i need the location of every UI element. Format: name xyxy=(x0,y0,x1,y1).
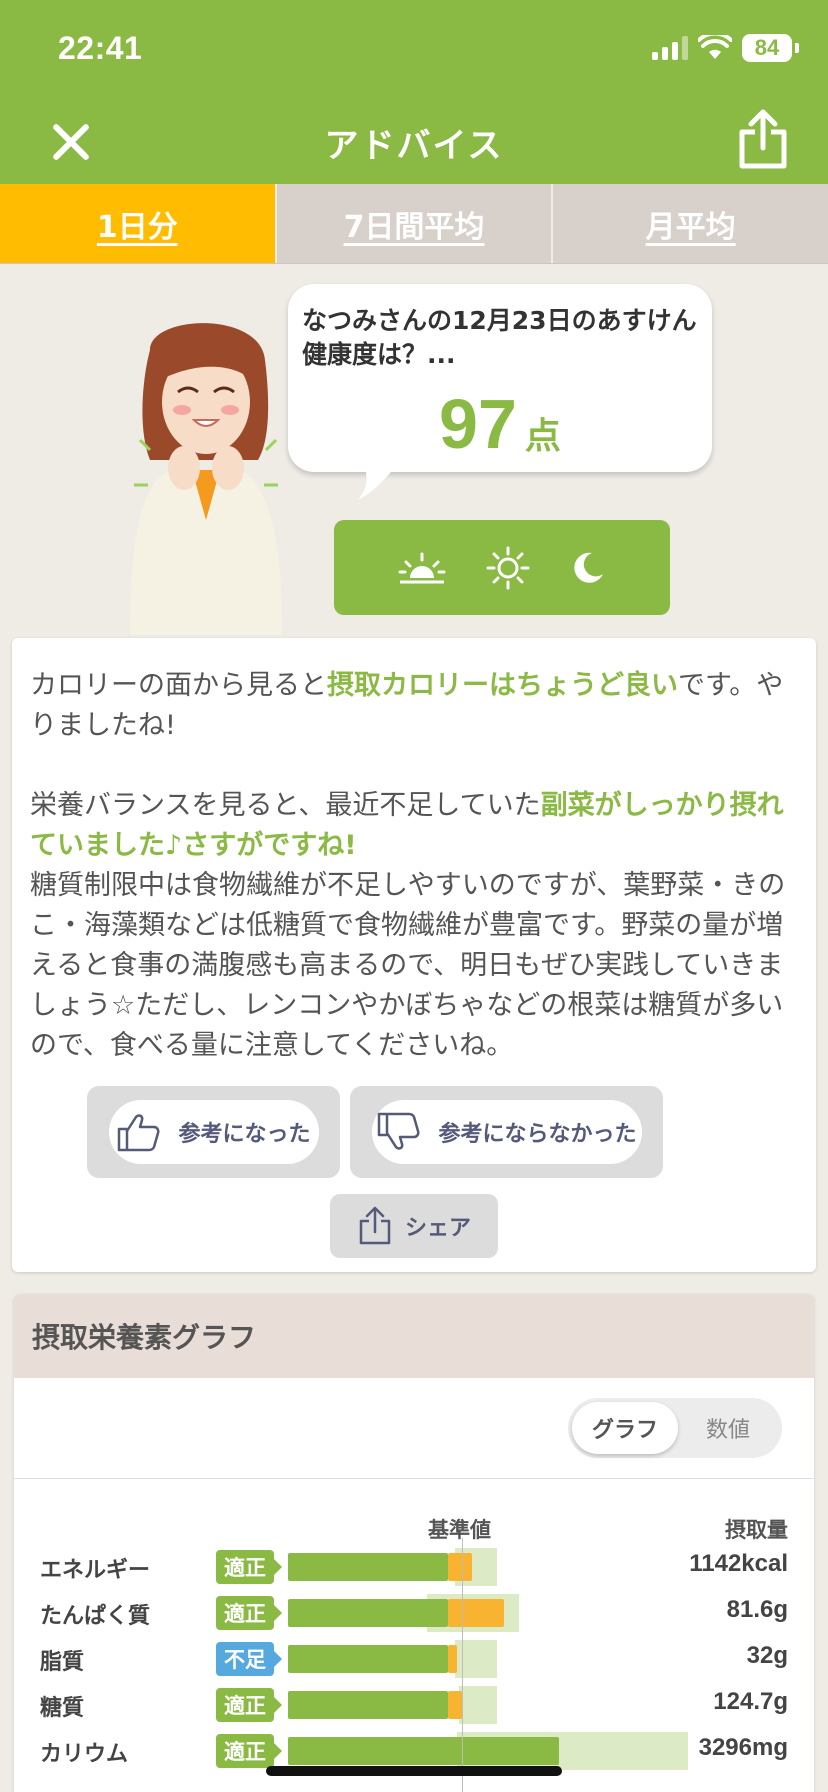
toggle-graph[interactable]: グラフ xyxy=(572,1402,678,1454)
status-time: 22:41 xyxy=(58,30,143,66)
advice-text: 栄養バランスを見ると、最近不足していた xyxy=(30,790,541,821)
helpful-button-frame: 参考になった xyxy=(87,1086,340,1178)
health-score: 97 点 xyxy=(288,384,712,464)
intake-bar xyxy=(288,1737,560,1765)
advisor-character-illustration xyxy=(130,323,282,635)
reference-range xyxy=(458,1686,497,1724)
home-indicator xyxy=(266,1766,562,1776)
tab-seven-day-average[interactable]: 7日間平均 xyxy=(274,184,552,263)
feedback-buttons: 参考になった 参考にならなかった xyxy=(87,1086,663,1178)
period-tabs: 1日分 7日間平均 月平均 xyxy=(0,184,828,264)
score-speech-bubble: なつみさんの12月23日のあすけん健康度は？... 97 点 xyxy=(288,284,712,472)
advice-highlight: 摂取カロリーはちょうど良い xyxy=(327,670,678,701)
view-toggle: グラフ 数値 xyxy=(568,1398,782,1458)
nutrient-row: 脂質 不足 32g xyxy=(14,1640,814,1680)
share-icon[interactable] xyxy=(736,108,790,170)
helpful-label: 参考になった xyxy=(178,1122,311,1147)
score-unit: 点 xyxy=(524,416,561,457)
nutrient-row: エネルギー 適正 1142kcal xyxy=(14,1548,814,1588)
health-score-message: なつみさんの12月23日のあすけん健康度は？... xyxy=(302,306,697,369)
tab-monthly-average[interactable]: 月平均 xyxy=(551,184,828,263)
nutrient-label: エネルギー xyxy=(40,1558,151,1583)
not-helpful-label: 参考にならなかった xyxy=(438,1122,637,1147)
nutrient-label: 糖質 xyxy=(40,1696,85,1721)
intake-bar xyxy=(288,1691,449,1719)
reference-line xyxy=(462,1538,463,1792)
wifi-icon xyxy=(698,35,732,59)
divider xyxy=(14,1478,814,1479)
score-value: 97 xyxy=(439,385,517,463)
toggle-values[interactable]: 数値 xyxy=(678,1402,778,1454)
nutrient-value: 32g xyxy=(746,1642,788,1669)
nutrient-status-badge: 適正 xyxy=(216,1734,282,1768)
advice-paragraph-calorie: カロリーの面から見ると摂取カロリーはちょうど良いです。やりましたね! xyxy=(30,666,798,746)
intake-bar xyxy=(288,1645,449,1673)
helpful-button[interactable]: 参考になった xyxy=(108,1100,319,1164)
nutrient-row: 糖質 適正 124.7g xyxy=(14,1686,814,1726)
nutrient-label: たんぱく質 xyxy=(40,1604,151,1629)
share-label: シェア xyxy=(404,1216,471,1241)
nutrient-status-badge: 適正 xyxy=(216,1688,282,1722)
intake-bar xyxy=(288,1553,449,1581)
battery-indicator: 84 xyxy=(742,34,799,62)
intake-bar-excess xyxy=(448,1599,504,1627)
thumbs-down-icon xyxy=(378,1112,420,1150)
tab-one-day[interactable]: 1日分 xyxy=(0,184,275,263)
share-icon xyxy=(359,1206,391,1245)
meal-selector xyxy=(334,520,670,615)
nutrient-status-badge: 不足 xyxy=(216,1642,282,1676)
sunrise-icon[interactable] xyxy=(398,550,446,586)
header-intake-amount: 摂取量 xyxy=(725,1518,788,1542)
moon-icon[interactable] xyxy=(570,550,606,586)
advice-text: カロリーの面から見ると xyxy=(30,670,327,701)
page-title: アドバイス xyxy=(324,126,504,166)
intake-bar-excess xyxy=(448,1553,473,1581)
thumbs-up-icon xyxy=(118,1114,160,1152)
nutrient-label: カリウム xyxy=(40,1742,129,1767)
nutrient-status-badge: 適正 xyxy=(216,1596,282,1630)
nutrient-value: 3296mg xyxy=(698,1734,788,1761)
share-button[interactable]: シェア xyxy=(330,1194,498,1258)
advice-card: カロリーの面から見ると摂取カロリーはちょうど良いです。やりましたね! 栄養バラン… xyxy=(12,638,816,1272)
app-header: 22:41 84 アドバイス xyxy=(0,0,828,184)
not-helpful-button-frame: 参考にならなかった xyxy=(350,1086,663,1178)
nutrient-value: 124.7g xyxy=(713,1688,788,1715)
nutrient-label: 脂質 xyxy=(40,1650,85,1675)
advice-text: 糖質制限中は食物繊維が不足しやすいのですが、葉野菜・きのこ・海藻類などは低糖質で… xyxy=(30,870,786,1061)
sun-icon[interactable] xyxy=(486,546,530,590)
intake-bar-excess xyxy=(448,1691,462,1719)
nutrient-status-badge: 適正 xyxy=(216,1550,282,1584)
status-icons: 84 xyxy=(652,34,799,62)
bubble-tail xyxy=(358,466,396,500)
header-reference-value: 基準値 xyxy=(428,1518,491,1542)
not-helpful-button[interactable]: 参考にならなかった xyxy=(371,1100,642,1164)
signal-icon xyxy=(652,36,688,60)
nutrient-value: 1142kcal xyxy=(689,1550,788,1577)
graph-title: 摂取栄養素グラフ xyxy=(14,1294,814,1378)
intake-bar xyxy=(288,1599,449,1627)
intake-bar-excess xyxy=(448,1645,457,1673)
nutrient-graph-card: 摂取栄養素グラフ グラフ 数値 基準値 摂取量 エネルギー 適正 1142kcal た… xyxy=(14,1294,814,1792)
nutrient-value: 81.6g xyxy=(726,1596,788,1623)
advice-paragraph-balance: 栄養バランスを見ると、最近不足していた副菜がしっかり摂れていました♪さすがですね… xyxy=(30,786,798,1066)
nutrient-row: たんぱく質 適正 81.6g xyxy=(14,1594,814,1634)
